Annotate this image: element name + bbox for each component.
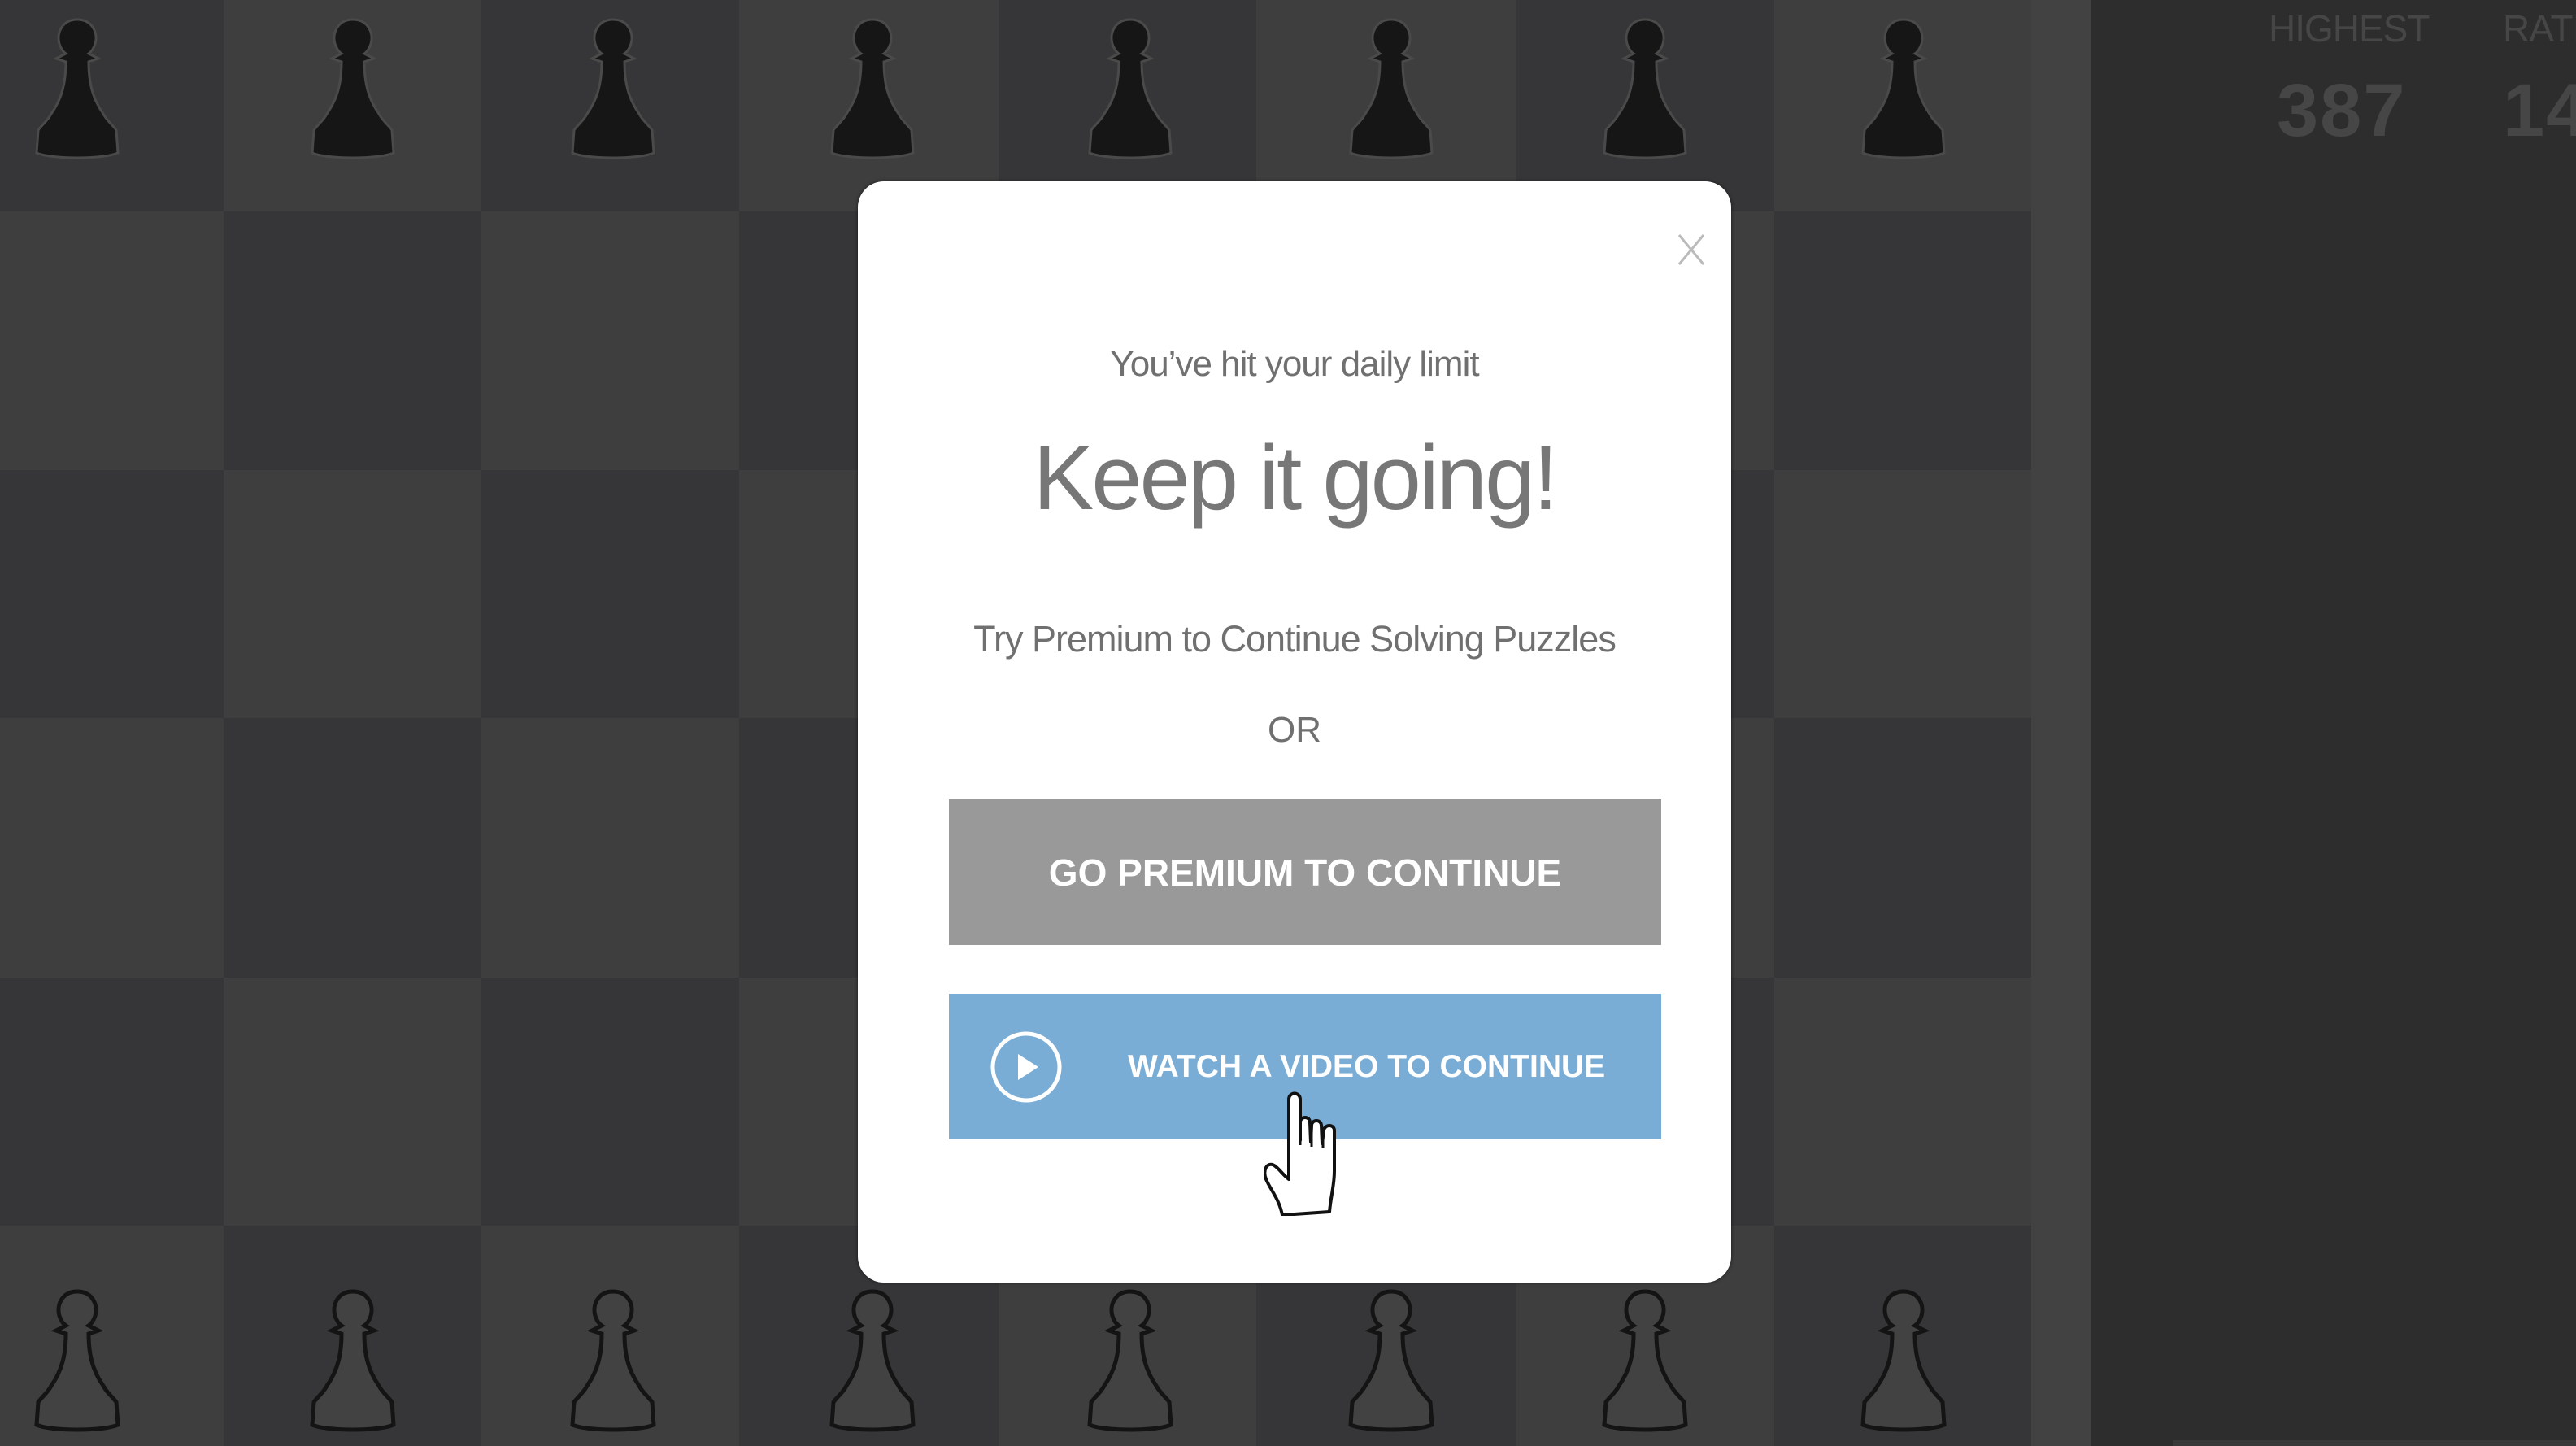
white-pawn-icon[interactable] — [27, 1288, 128, 1435]
board-square[interactable] — [224, 470, 481, 718]
white-pawn-icon[interactable] — [563, 1288, 664, 1435]
white-pawn-icon[interactable] — [1853, 1288, 1954, 1435]
stat-rating-value: 14 — [2503, 69, 2576, 152]
close-icon — [1677, 234, 1705, 265]
board-square[interactable] — [481, 470, 739, 718]
go-premium-button[interactable]: GO PREMIUM TO CONTINUE — [949, 799, 1661, 945]
board-square[interactable] — [481, 718, 739, 978]
black-pawn-icon[interactable] — [563, 16, 664, 163]
stats-panel: HIGHEST 387 RATING 14 — [2091, 0, 2576, 1446]
daily-limit-modal: You’ve hit your daily limit Keep it goin… — [858, 181, 1731, 1283]
board-square[interactable] — [0, 211, 224, 470]
white-pawn-icon[interactable] — [1080, 1288, 1181, 1435]
modal-headline: Keep it going! — [1033, 427, 1559, 529]
premium-pitch: Try Premium to Continue Solving Puzzles — [973, 618, 1617, 660]
watch-video-label: WATCH A VIDEO TO CONTINUE — [1128, 1048, 1606, 1084]
stat-highest-label: HIGHEST — [2269, 7, 2430, 50]
limit-subtitle: You’ve hit your daily limit — [1110, 344, 1479, 384]
board-square[interactable] — [224, 978, 481, 1226]
board-square[interactable] — [0, 718, 224, 978]
white-pawn-icon[interactable] — [302, 1288, 403, 1435]
stat-rating-label: RATING — [2503, 7, 2576, 50]
board-square[interactable] — [224, 211, 481, 470]
board-border — [2031, 0, 2091, 1446]
board-square[interactable] — [1774, 978, 2031, 1226]
black-pawn-icon[interactable] — [1853, 16, 1954, 163]
board-square[interactable] — [224, 718, 481, 978]
board-square[interactable] — [1774, 718, 2031, 978]
board-square[interactable] — [1774, 211, 2031, 470]
board-square[interactable] — [1774, 470, 2031, 718]
black-pawn-icon[interactable] — [1080, 16, 1181, 163]
bottom-bar — [2173, 1440, 2576, 1446]
white-pawn-icon[interactable] — [1595, 1288, 1695, 1435]
close-button[interactable] — [1673, 232, 1709, 268]
white-pawn-icon[interactable] — [1341, 1288, 1442, 1435]
board-square[interactable] — [0, 470, 224, 718]
watch-video-button[interactable]: WATCH A VIDEO TO CONTINUE — [949, 994, 1661, 1139]
black-pawn-icon[interactable] — [1595, 16, 1695, 163]
stat-highest-value: 387 — [2277, 69, 2407, 152]
stat-highest: HIGHEST 387 — [2269, 7, 2430, 152]
stat-rating: RATING 14 — [2503, 10, 2576, 148]
board-square[interactable] — [0, 978, 224, 1226]
board-square[interactable] — [481, 211, 739, 470]
or-divider: OR — [1268, 710, 1321, 750]
black-pawn-icon[interactable] — [302, 16, 403, 163]
white-pawn-icon[interactable] — [822, 1288, 923, 1435]
black-pawn-icon[interactable] — [27, 16, 128, 163]
play-circle-icon — [990, 1031, 1062, 1103]
go-premium-label: GO PREMIUM TO CONTINUE — [1048, 851, 1562, 894]
board-square[interactable] — [481, 978, 739, 1226]
black-pawn-icon[interactable] — [822, 16, 923, 163]
black-pawn-icon[interactable] — [1341, 16, 1442, 163]
